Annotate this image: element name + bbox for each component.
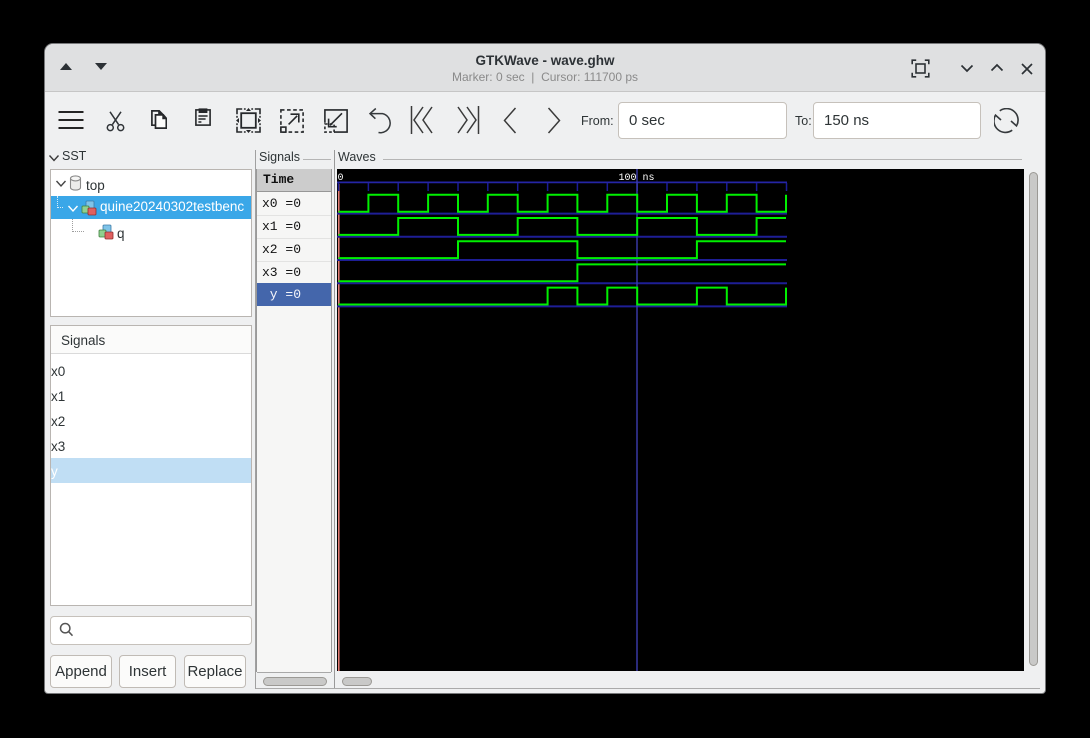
svg-text:100 ns: 100 ns (619, 173, 655, 184)
svg-text:0: 0 (338, 173, 344, 184)
